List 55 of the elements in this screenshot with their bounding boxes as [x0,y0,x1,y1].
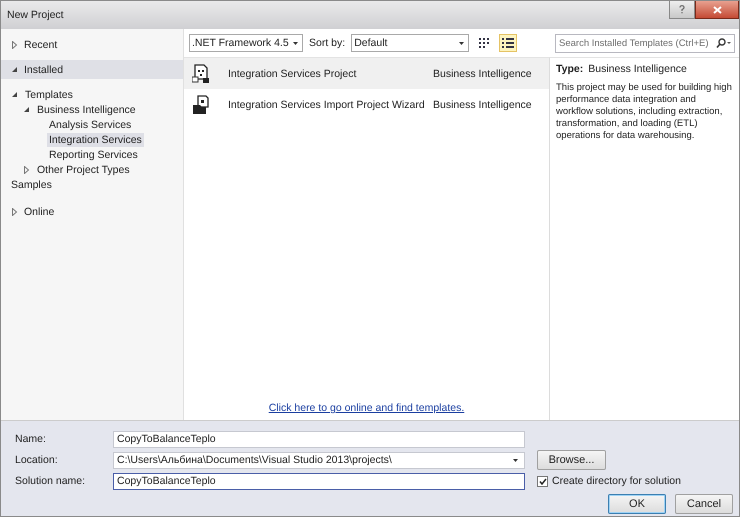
project-file-icon [192,64,210,84]
collapsed-arrow-icon[interactable] [11,208,18,216]
close-icon[interactable] [712,6,722,14]
template-name: Integration Services Import Project Wizard [228,98,426,110]
window-title: New Project [7,9,64,21]
template-row[interactable]: Integration Services Project Business Intelligence [184,58,549,89]
template-description: This project may be used for building high performance data integration and workflow solutions, including extraction, transformation, and loading (ETL) operations for data warehousing. [556,82,733,142]
checkbox[interactable] [537,476,548,486]
sort-dropdown[interactable]: Default [351,34,470,52]
list-view-icon[interactable] [502,37,514,49]
expanded-arrow-icon[interactable] [11,91,18,98]
template-name: Integration Services Project [228,68,358,80]
help-icon[interactable] [679,5,685,14]
help-button[interactable] [669,1,695,19]
expanded-arrow-icon[interactable] [23,106,30,113]
template-category: Business Intelligence [433,98,532,110]
collapsed-arrow-icon[interactable] [23,166,30,174]
list-view-button[interactable] [499,34,518,52]
search-icon[interactable] [715,38,731,48]
location-dropdown[interactable]: C:\Users\Альбина\Documents\Visual Studio 2013\projects\ [113,452,525,468]
sort-label: Sort by: [309,37,346,49]
text-field[interactable]: CopyToBalanceTeplo [113,430,525,448]
caret-icon[interactable] [459,42,464,44]
field-label: Name: [15,433,47,445]
tree-item[interactable]: Business Intelligence [35,102,138,116]
checkbox-label: Create directory for solution [552,475,681,487]
tree-item[interactable]: Other Project Types [35,162,132,176]
tree-item[interactable]: Integration Services [47,132,144,146]
template-row[interactable]: Integration Services Import Project Wizard Business Intelligence [184,89,549,120]
grid-view-icon[interactable] [478,37,490,49]
collapsed-arrow-icon[interactable] [11,40,18,48]
field-label: Location: [15,454,59,466]
caret-icon[interactable] [513,458,518,462]
template-category: Business Intelligence [433,68,532,80]
import-folder-icon [192,94,210,114]
expanded-arrow-icon[interactable] [11,66,18,73]
caret-icon[interactable] [293,42,298,44]
online-templates-link[interactable]: Click here to go online and find templates. [268,402,464,414]
tree-item[interactable]: Analysis Services [47,118,134,132]
sidebar-section[interactable]: Installed [1,60,183,79]
framework-dropdown[interactable]: .NET Framework 4.5 [189,34,303,52]
tree-item[interactable]: Templates [23,88,75,102]
field-label: Solution name: [15,475,86,487]
text-field[interactable]: CopyToBalanceTeplo [113,472,525,490]
tree-item[interactable]: Reporting Services [47,148,140,162]
close-button[interactable] [695,1,739,19]
search-field[interactable]: Search Installed Templates (Ctrl+E) [555,34,735,52]
sidebar-section[interactable]: Recent [1,35,183,54]
dialog-button[interactable]: OK [608,494,666,514]
sidebar-section[interactable]: Online [1,202,183,221]
type-label: Type: [556,63,584,75]
browse-button[interactable]: Browse... [537,450,606,470]
type-value: Business Intelligence [588,63,687,75]
dialog-button[interactable]: Cancel [675,494,733,514]
tree-item[interactable]: Samples [9,178,54,192]
